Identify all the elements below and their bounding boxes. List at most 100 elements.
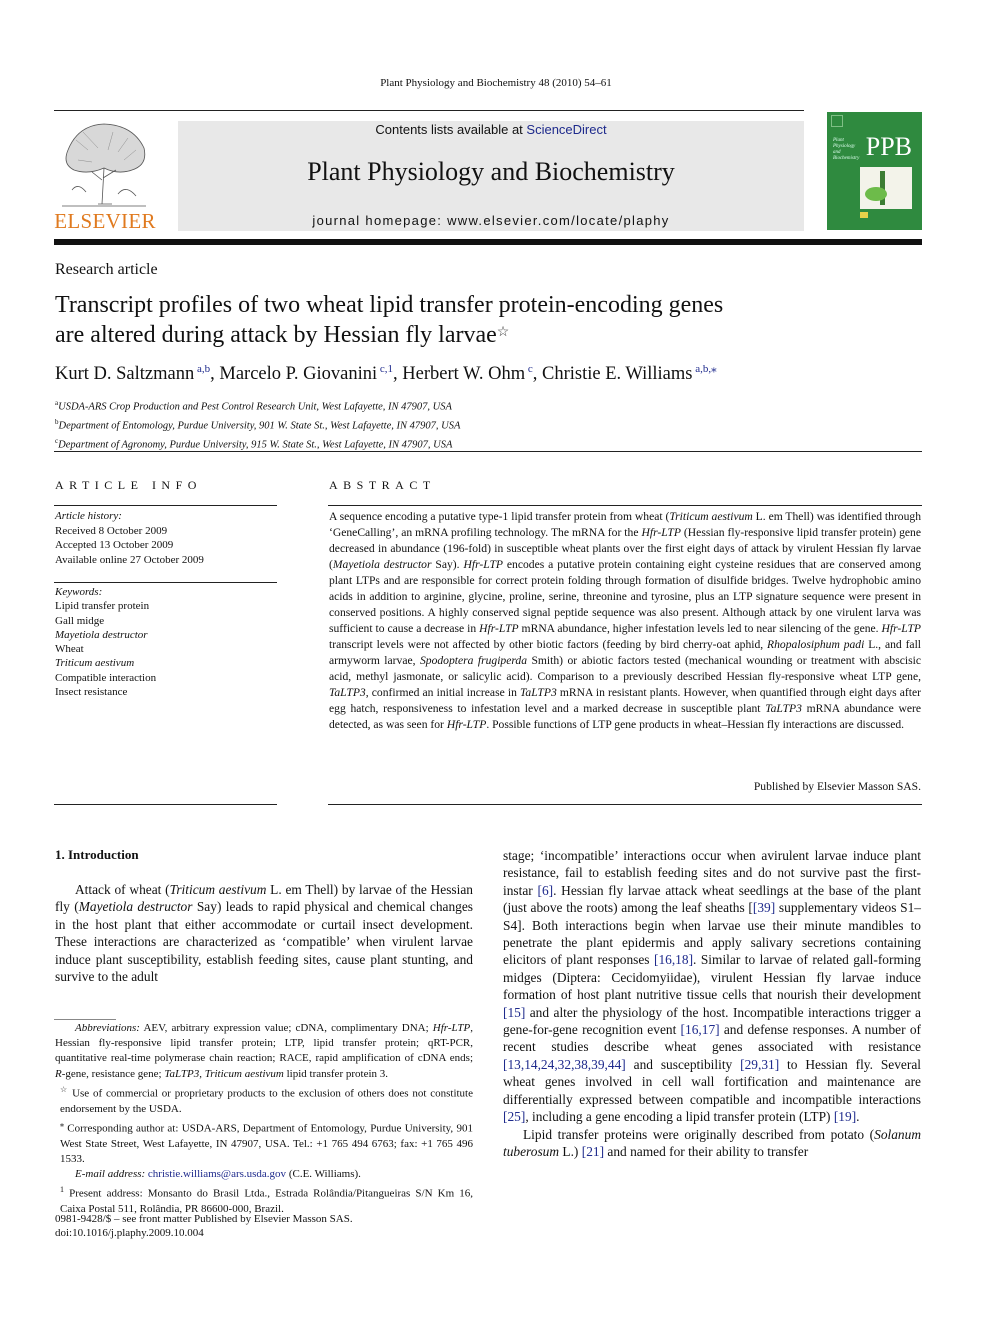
footnotes: Abbreviations: AEV, arbitrary expression… <box>55 1021 473 1217</box>
journal-name: Plant Physiology and Biochemistry <box>307 157 675 186</box>
intro-paragraph-1: Attack of wheat (Triticum aestivum L. em… <box>55 882 474 985</box>
article-history: Article history: Received 8 October 2009… <box>55 509 204 567</box>
reference-link[interactable]: [13,14,24,32,38,39,44] <box>503 1057 626 1072</box>
running-head: Plant Physiology and Biochemistry 48 (20… <box>380 77 612 89</box>
italic-text: TaLTP3 <box>329 686 366 699</box>
article-title: Transcript profiles of two wheat lipid t… <box>55 290 855 350</box>
keyword: Wheat <box>55 643 84 656</box>
italic-text: Mayetiola destructor <box>332 558 432 571</box>
italic-text: Hfr-LTP <box>432 1022 471 1034</box>
front-matter: 0981-9428/$ – see front matter Published… <box>55 1212 353 1240</box>
title-line-1: Transcript profiles of two wheat lipid t… <box>55 292 724 318</box>
star-footnote-mark[interactable]: ☆ <box>497 325 510 340</box>
italic-text: Rhopalosiphum padi <box>767 638 865 651</box>
affiliations: aUSDA-ARS Crop Production and Pest Contr… <box>55 396 460 453</box>
keyword: Triticum aestivum <box>55 657 135 670</box>
keyword: Compatible interaction <box>55 671 157 684</box>
issn-line: 0981-9428/$ – see front matter Published… <box>55 1213 353 1225</box>
abstract-publisher-note: Published by Elsevier Masson SAS. <box>753 780 921 793</box>
keywords-label: Keywords: <box>55 586 103 598</box>
author-affiliation-mark[interactable]: c <box>525 363 533 375</box>
italic-text: E-mail address: <box>75 1168 146 1181</box>
divider <box>328 505 922 506</box>
author-name: Marcelo P. Giovanini <box>219 364 378 385</box>
contents-prefix: Contents lists available at <box>375 122 527 137</box>
history-label: Article history: <box>55 510 122 522</box>
reference-link[interactable]: [25] <box>503 1109 525 1124</box>
journal-homepage[interactable]: journal homepage: www.elsevier.com/locat… <box>178 213 804 228</box>
footnote-abbreviations: Abbreviations: AEV, arbitrary expression… <box>55 1022 473 1080</box>
intro-paragraph-3: Lipid transfer proteins were originally … <box>503 1126 921 1159</box>
header-divider <box>54 239 922 245</box>
footnote-mark: ⁎ <box>60 1119 64 1129</box>
italic-text: TaLTP3 <box>520 686 557 699</box>
abstract-text: A sequence encoding a putative type-1 li… <box>329 510 922 731</box>
author-affiliation-mark[interactable]: c,1 <box>377 363 393 375</box>
reference-link[interactable]: christie.williams@ars.usda.gov <box>148 1168 286 1180</box>
italic-text: Hfr-LTP <box>446 718 487 731</box>
divider <box>54 110 804 111</box>
keyword: Gall midge <box>55 614 105 627</box>
divider <box>54 451 922 452</box>
italic-text: TaLTP3 <box>164 1067 200 1080</box>
history-received: Received 8 October 2009 <box>55 524 168 537</box>
cover-badge-icon <box>860 212 868 218</box>
author-name: Kurt D. Saltzmann <box>55 364 195 385</box>
history-accepted: Accepted 13 October 2009 <box>55 539 174 551</box>
author-affiliation-mark[interactable]: a,b,⁎ <box>693 363 716 375</box>
italic-text: Hfr-LTP <box>463 558 503 571</box>
footnote-star: ☆ Use of commercial or proprietary produ… <box>60 1084 473 1115</box>
article-info-heading: ARTICLE INFO <box>55 478 202 492</box>
affiliation: aUSDA-ARS Crop Production and Pest Contr… <box>55 399 452 413</box>
italic-text: TaLTP3 <box>765 702 802 715</box>
keywords: Keywords: Lipid transfer protein Gall mid… <box>55 585 156 699</box>
history-online: Available online 27 October 2009 <box>55 553 204 566</box>
title-line-2: are altered during attack by Hessian fly… <box>55 322 497 348</box>
footnote-mark: 1 <box>60 1185 64 1195</box>
journal-banner: Contents lists available at ScienceDirec… <box>178 121 804 231</box>
divider <box>54 804 277 805</box>
italic-text: Hfr-LTP <box>881 622 921 635</box>
cover-illustration <box>860 167 912 209</box>
author-affiliation-mark[interactable]: a,b <box>194 363 210 375</box>
cover-logo-icon <box>831 115 843 127</box>
author-name: Christie E. Williams <box>541 364 693 385</box>
italic-text: Solanum tuberosum <box>503 1126 921 1159</box>
italic-text: Triticum aestivum <box>204 1067 284 1080</box>
journal-cover[interactable]: Plant Physiology and Biochemistry PPB <box>827 112 922 230</box>
divider <box>54 505 277 506</box>
italic-text: Spodoptera frugiperda <box>419 654 528 667</box>
keyword: Lipid transfer protein <box>55 600 150 613</box>
divider <box>328 804 922 805</box>
cover-journal-title: Plant Physiology and Biochemistry <box>833 138 860 161</box>
keyword: Insect resistance <box>55 686 128 699</box>
reference-link[interactable]: [16,18] <box>654 952 693 967</box>
cover-abbrev: PPB <box>865 132 912 161</box>
tree-logo-icon <box>62 123 146 207</box>
footnote-mark: ☆ <box>60 1084 69 1094</box>
sciencedirect-link[interactable]: ScienceDirect <box>526 122 606 137</box>
elsevier-logo[interactable]: ELSEVIER <box>54 120 156 233</box>
reference-link[interactable]: [19] <box>834 1109 856 1124</box>
divider <box>54 582 277 583</box>
reference-link[interactable]: [29,31] <box>740 1057 779 1072</box>
doi-line[interactable]: doi:10.1016/j.plaphy.2009.10.004 <box>55 1226 353 1240</box>
reference-link[interactable]: [15] <box>503 1005 525 1020</box>
footnote-corresponding: ⁎ Corresponding author at: USDA-ARS, Dep… <box>60 1119 473 1165</box>
reference-link[interactable]: [21] <box>582 1144 604 1159</box>
italic-text: Mayetiola destructor <box>78 899 193 915</box>
reference-link[interactable]: [6] <box>537 883 553 898</box>
article-type: Research article <box>55 261 158 278</box>
italic-text: Hfr-LTP <box>641 526 681 539</box>
footnote-email: E-mail address: christie.williams@ars.us… <box>75 1168 361 1181</box>
reference-link[interactable]: [39] <box>753 900 775 915</box>
intro-column-2: stage; ‘incompatible’ interactions occur… <box>503 847 921 1160</box>
reference-link[interactable]: [16,17] <box>681 1022 720 1037</box>
keyword: Mayetiola destructor <box>55 628 148 641</box>
author-name: Herbert W. Ohm <box>402 364 526 385</box>
italic-text: Hfr-LTP <box>479 622 519 635</box>
section-heading-introduction: 1. Introduction <box>55 847 139 862</box>
italic-text: Triticum aestivum <box>669 510 753 523</box>
author-list: Kurt D. Saltzmann a,b, Marcelo P. Giovan… <box>55 363 717 385</box>
affiliation: bDepartment of Entomology, Purdue Univer… <box>55 418 461 432</box>
